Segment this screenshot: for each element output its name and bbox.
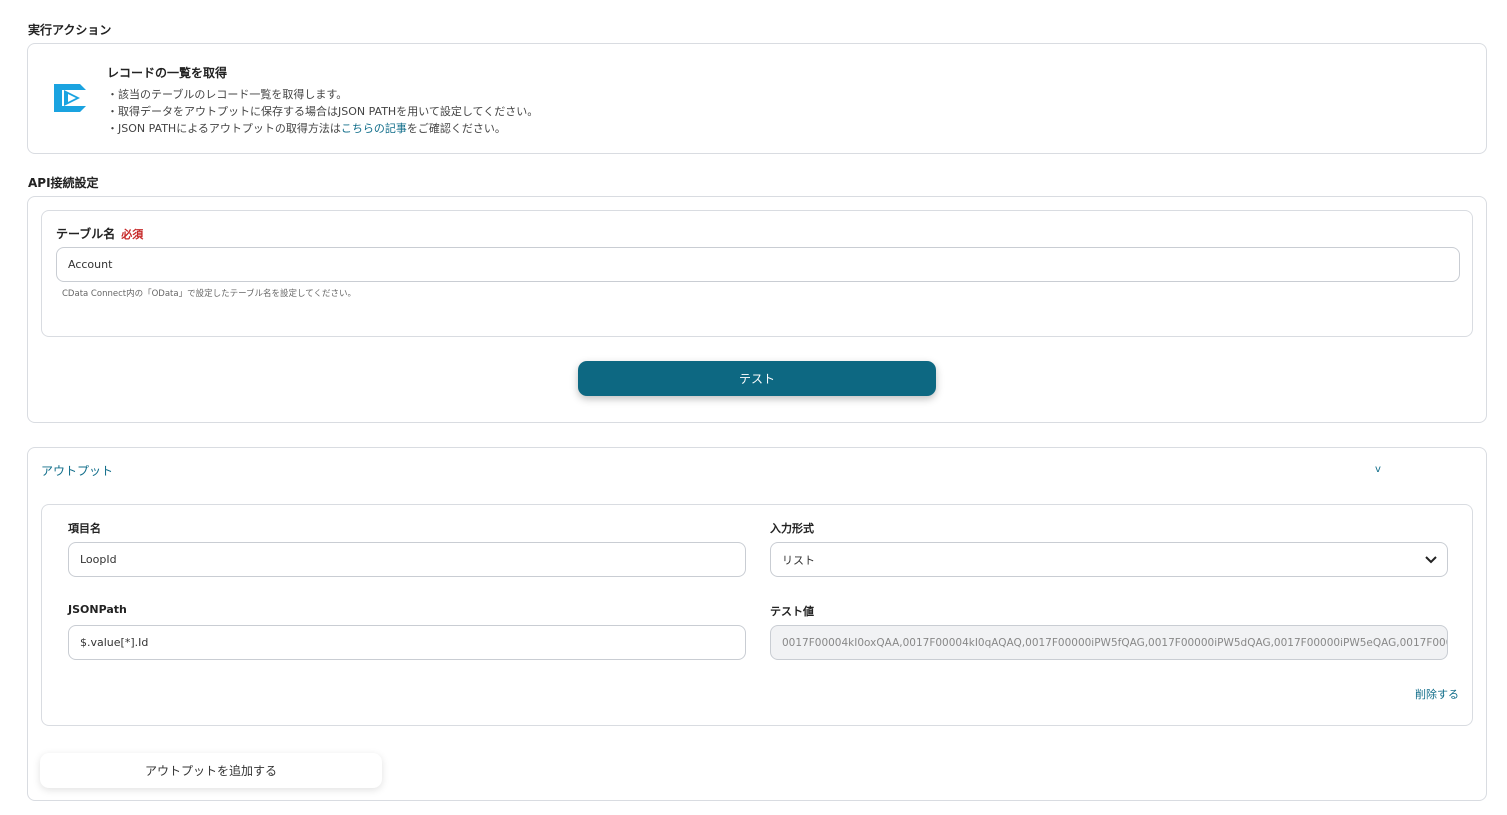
chevron-down-icon (1425, 555, 1437, 563)
article-link[interactable]: こちらの記事 (341, 122, 407, 135)
action-line-3-suffix: をご確認ください。 (406, 122, 506, 135)
input-format-select[interactable]: リスト (770, 542, 1448, 577)
cdata-logo-icon (54, 84, 86, 112)
item-name-label: 項目名 (68, 522, 101, 535)
table-name-help-text: CData Connect内の「OData」で設定したテーブル名を設定してくださ… (62, 289, 357, 299)
table-name-card: テーブル名 必須 Account CData Connect内の「OData」で設… (41, 210, 1473, 337)
jsonpath-label: JSONPath (68, 603, 127, 616)
action-line-2: ・取得データをアウトプットに保存する場合はJSON PATHを用いて設定してくだ… (107, 105, 539, 118)
action-line-1: ・該当のテーブルのレコード一覧を取得します。 (107, 88, 348, 101)
table-name-label: テーブル名 必須 (56, 225, 143, 242)
add-output-button[interactable]: アウトプットを追加する (40, 753, 382, 788)
action-description: レコードの一覧を取得 ・該当のテーブルのレコード一覧を取得します。 ・取得データ… (107, 64, 538, 137)
required-badge: 必須 (121, 228, 144, 241)
test-button[interactable]: テスト (578, 361, 936, 396)
table-name-label-text: テーブル名 (56, 227, 116, 241)
action-title: レコードの一覧を取得 (107, 66, 228, 80)
action-line-3-prefix: ・JSON PATHによるアウトプットの取得方法は (107, 122, 341, 135)
input-format-value: リスト (782, 553, 815, 567)
output-panel: アウトプット v 項目名 LoopId 入力形式 リスト JSONPath $.… (27, 447, 1487, 801)
action-panel: レコードの一覧を取得 ・該当のテーブルのレコード一覧を取得します。 ・取得データ… (27, 43, 1487, 154)
delete-output-link[interactable]: 削除する (1415, 686, 1459, 702)
jsonpath-input[interactable]: $.value[*].Id (68, 625, 746, 660)
action-line-3: ・JSON PATHによるアウトプットの取得方法はこちらの記事をご確認ください。 (107, 120, 538, 137)
test-value-field: 0017F00004kI0oxQAA,0017F00004kI0qAQAQ,00… (770, 625, 1448, 660)
api-section-title: API接続設定 (28, 176, 99, 190)
action-section-title: 実行アクション (28, 23, 112, 37)
api-settings-panel: テーブル名 必須 Account CData Connect内の「OData」で設… (27, 196, 1487, 423)
item-name-input[interactable]: LoopId (68, 542, 746, 577)
test-value-label: テスト値 (770, 605, 814, 618)
table-name-input[interactable]: Account (56, 247, 1460, 282)
output-header[interactable]: アウトプット (41, 462, 113, 479)
output-item-card: 項目名 LoopId 入力形式 リスト JSONPath $.value[*].… (41, 504, 1473, 726)
collapse-toggle-icon[interactable]: v (1375, 464, 1381, 475)
input-format-label: 入力形式 (770, 522, 814, 535)
